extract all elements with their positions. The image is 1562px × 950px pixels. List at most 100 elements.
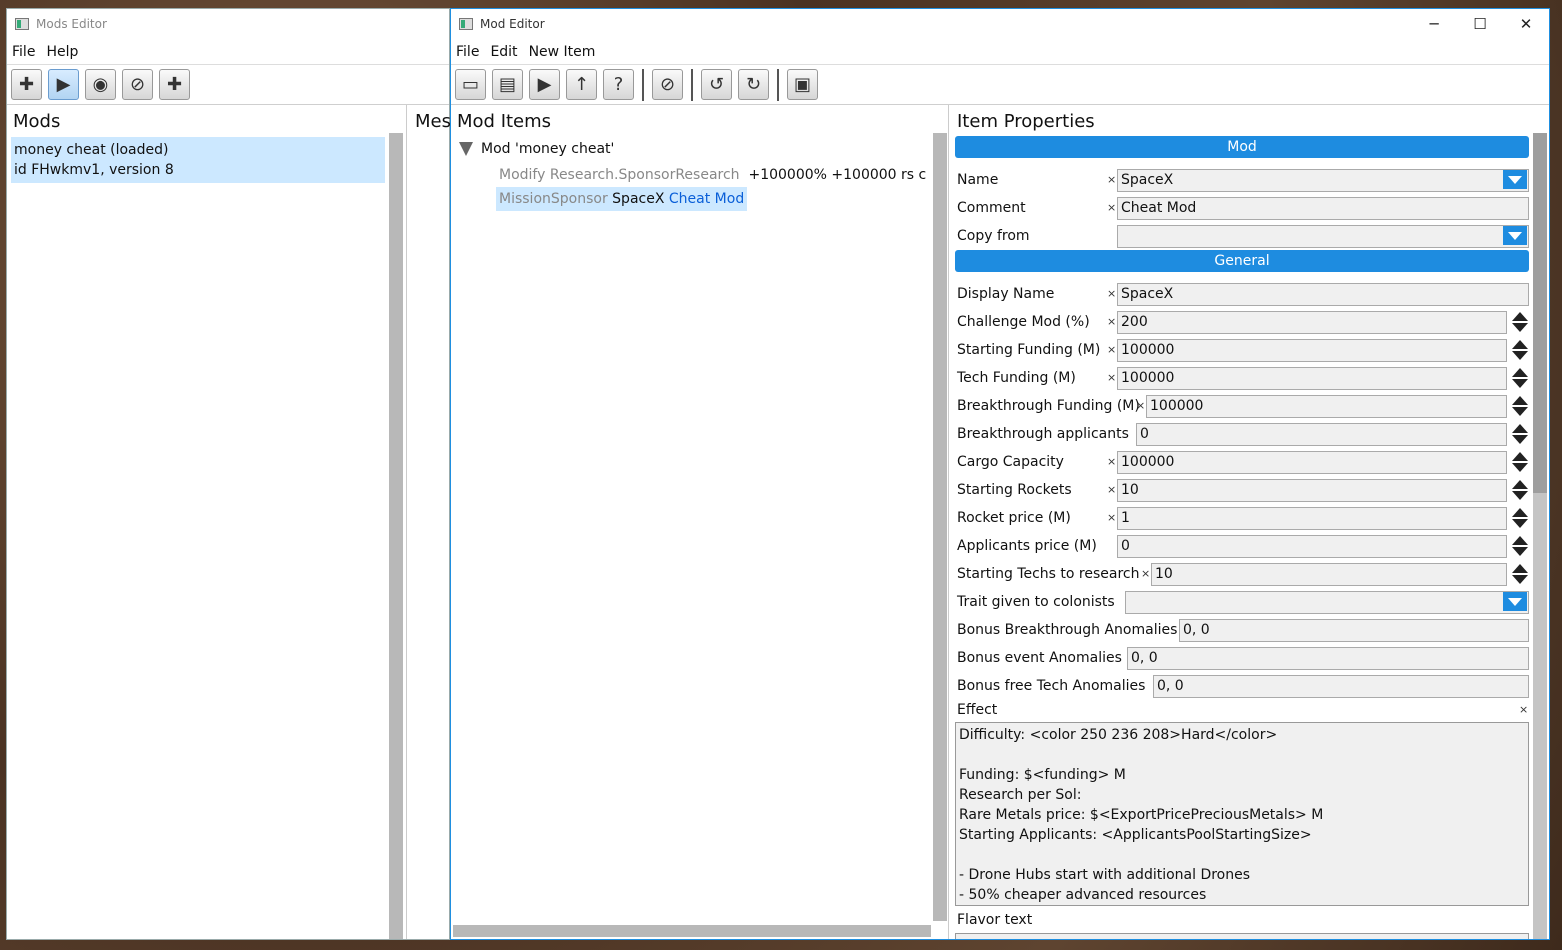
- dropdown-arrow-icon[interactable]: [1503, 170, 1527, 189]
- display-name-field[interactable]: SpaceX: [1117, 283, 1529, 306]
- clear-icon[interactable]: ×: [1141, 567, 1150, 580]
- prop-challenge-mod: Challenge Mod (%) × 200: [957, 310, 1529, 338]
- toolbar: ▭ ▤ ▶ ↑ ? ⊘ ↺ ↻ ▣: [451, 65, 1549, 105]
- starting-techs-field[interactable]: 10: [1151, 563, 1507, 586]
- prop-label: Trait given to colonists: [957, 594, 1115, 610]
- mod-id: id FHwkmv1, version 8: [14, 162, 174, 178]
- disable-icon[interactable]: ⊘: [652, 69, 683, 100]
- starting-funding-field[interactable]: 100000: [1117, 339, 1507, 362]
- maximize-icon[interactable]: ☐: [1457, 9, 1503, 39]
- undo-icon[interactable]: ↺: [701, 69, 732, 100]
- spinner-icon[interactable]: [1511, 535, 1529, 558]
- prop-starting-funding: Starting Funding (M) × 100000: [957, 338, 1529, 366]
- upload-icon[interactable]: ↑: [566, 69, 597, 100]
- clear-icon[interactable]: ×: [1107, 287, 1116, 300]
- spinner-icon[interactable]: [1511, 367, 1529, 390]
- clear-icon[interactable]: ×: [1107, 371, 1116, 384]
- spinner-icon[interactable]: [1511, 451, 1529, 474]
- spinner-icon[interactable]: [1511, 395, 1529, 418]
- clear-icon[interactable]: ×: [1107, 511, 1116, 524]
- mod-editor-titlebar[interactable]: Mod Editor ─ ☐ ✕: [451, 9, 1549, 39]
- items-vscrollbar[interactable]: [933, 133, 947, 921]
- effect-textarea[interactable]: Difficulty: <color 250 236 208>Hard</col…: [955, 722, 1529, 906]
- spinner-icon[interactable]: [1511, 423, 1529, 446]
- breakthrough-funding-field[interactable]: 100000: [1146, 395, 1507, 418]
- properties-scrollbar-thumb[interactable]: [1533, 133, 1547, 493]
- play-icon[interactable]: ▶: [529, 69, 560, 100]
- clear-icon[interactable]: ×: [1519, 703, 1528, 716]
- comment-field[interactable]: Cheat Mod: [1117, 197, 1529, 220]
- clear-icon[interactable]: ×: [1107, 343, 1116, 356]
- mod-list-item[interactable]: money cheat (loaded) id FHwkmv1, version…: [11, 137, 385, 183]
- spinner-icon[interactable]: [1511, 507, 1529, 530]
- dropdown-arrow-icon[interactable]: [1503, 592, 1527, 611]
- tree-item[interactable]: Modify Research.SponsorResearch +100000%…: [496, 163, 948, 187]
- spinner-icon[interactable]: [1511, 563, 1529, 586]
- mod-items-title: Mod Items: [457, 111, 552, 132]
- spinner-icon[interactable]: [1511, 479, 1529, 502]
- eye-icon[interactable]: ◉: [85, 69, 116, 100]
- clear-icon[interactable]: ×: [1107, 173, 1116, 186]
- name-combobox[interactable]: SpaceX: [1117, 169, 1529, 192]
- prop-rocket-price: Rocket price (M) × 1: [957, 506, 1529, 534]
- prop-label: Bonus free Tech Anomalies: [957, 678, 1146, 694]
- mods-panel-title: Mods: [13, 111, 61, 132]
- minimize-icon[interactable]: ─: [1411, 9, 1457, 39]
- prop-label: Name: [957, 172, 999, 188]
- panel-icon[interactable]: ▣: [787, 69, 818, 100]
- tree-item-selected[interactable]: MissionSponsor SpaceX Cheat Mod: [496, 187, 748, 211]
- clear-icon[interactable]: ×: [1136, 399, 1145, 412]
- menubar: File Help: [7, 39, 449, 65]
- section-mod[interactable]: Mod: [955, 136, 1529, 158]
- mods-editor-titlebar[interactable]: Mods Editor: [7, 9, 449, 39]
- prop-label: Breakthrough applicants: [957, 426, 1129, 442]
- copy-from-combobox[interactable]: [1117, 225, 1529, 248]
- play-icon[interactable]: ▶: [48, 69, 79, 100]
- clear-icon[interactable]: ×: [1107, 455, 1116, 468]
- flavor-textarea[interactable]: [955, 933, 1529, 939]
- item-properties-title: Item Properties: [957, 111, 1095, 132]
- spinner-icon[interactable]: [1511, 311, 1529, 334]
- tech-funding-field[interactable]: 100000: [1117, 367, 1507, 390]
- new-mod-icon[interactable]: ✚: [11, 69, 42, 100]
- cargo-capacity-field[interactable]: 100000: [1117, 451, 1507, 474]
- clear-icon[interactable]: ×: [1107, 315, 1116, 328]
- redo-icon[interactable]: ↻: [738, 69, 769, 100]
- menu-help[interactable]: Help: [46, 44, 78, 60]
- menu-file[interactable]: File: [12, 44, 35, 60]
- menu-file[interactable]: File: [456, 44, 479, 60]
- section-general[interactable]: General: [955, 250, 1529, 272]
- dropdown-arrow-icon[interactable]: [1503, 226, 1527, 245]
- trait-combobox[interactable]: [1125, 591, 1529, 614]
- close-icon[interactable]: ✕: [1503, 9, 1549, 39]
- breakthrough-applicants-field[interactable]: 0: [1136, 423, 1507, 446]
- applicants-price-field[interactable]: 0: [1117, 535, 1507, 558]
- bonus-breakthrough-field[interactable]: 0, 0: [1179, 619, 1529, 642]
- mod-name: money cheat (loaded): [14, 142, 169, 158]
- save-icon[interactable]: ▭: [455, 69, 486, 100]
- prop-label: Starting Techs to research: [957, 566, 1140, 582]
- mods-scrollbar[interactable]: [389, 133, 403, 939]
- bonus-event-field[interactable]: 0, 0: [1127, 647, 1529, 670]
- window-icon[interactable]: ▤: [492, 69, 523, 100]
- disable-icon[interactable]: ⊘: [122, 69, 153, 100]
- prop-name: Name × SpaceX: [957, 168, 1529, 196]
- new-item-icon[interactable]: ✚: [159, 69, 190, 100]
- tree-root[interactable]: Mod 'money cheat': [451, 135, 948, 163]
- starting-rockets-field[interactable]: 10: [1117, 479, 1507, 502]
- bonus-free-tech-field[interactable]: 0, 0: [1153, 675, 1529, 698]
- menu-new-item[interactable]: New Item: [529, 44, 596, 60]
- tree-root-label: Mod 'money cheat': [481, 141, 615, 157]
- challenge-mod-field[interactable]: 200: [1117, 311, 1507, 334]
- prop-cargo-capacity: Cargo Capacity × 100000: [957, 450, 1529, 478]
- menu-edit[interactable]: Edit: [490, 44, 517, 60]
- items-hscrollbar[interactable]: [453, 925, 931, 937]
- clear-icon[interactable]: ×: [1107, 483, 1116, 496]
- help-icon[interactable]: ?: [603, 69, 634, 100]
- expand-triangle-icon[interactable]: [459, 142, 473, 156]
- clear-icon[interactable]: ×: [1107, 201, 1116, 214]
- prop-label: Flavor text: [957, 912, 1033, 928]
- mod-items-panel: Mod Items Mod 'money cheat' Modify Resea…: [451, 105, 949, 939]
- rocket-price-field[interactable]: 1: [1117, 507, 1507, 530]
- spinner-icon[interactable]: [1511, 339, 1529, 362]
